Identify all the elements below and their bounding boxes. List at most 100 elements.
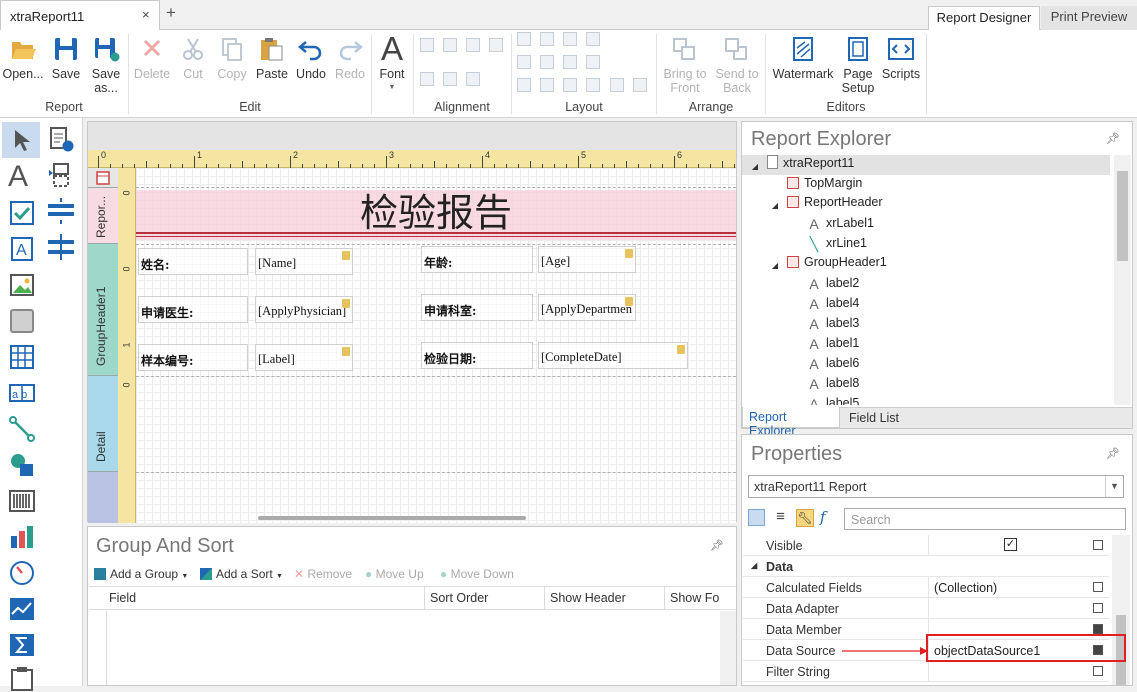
- property-row[interactable]: Data Adapter: [743, 598, 1109, 619]
- same-height-icon[interactable]: [540, 32, 554, 46]
- collapse-arrow-icon[interactable]: ◢: [751, 561, 757, 570]
- tree-item[interactable]: Alabel3: [788, 315, 859, 335]
- move-down-button[interactable]: ● Move Down: [440, 567, 514, 581]
- cross-band-icon[interactable]: [46, 234, 76, 260]
- open-button[interactable]: Open...: [2, 36, 44, 81]
- same-size-icon[interactable]: [563, 32, 577, 46]
- size-to-grid-icon[interactable]: [586, 32, 600, 46]
- tab-report-explorer[interactable]: Report Explorer: [742, 407, 840, 438]
- watermark-button[interactable]: Watermark: [768, 36, 838, 81]
- expand-arrow-icon[interactable]: ◢: [768, 259, 782, 273]
- property-row[interactable]: Calculated Fields (Collection): [743, 577, 1109, 598]
- tree-item[interactable]: ◢ ReportHeader: [768, 195, 883, 215]
- age-field[interactable]: [Age]: [538, 246, 636, 273]
- move-up-button[interactable]: ● Move Up: [365, 567, 424, 581]
- scroll-thumb[interactable]: [1117, 171, 1128, 261]
- header-line[interactable]: [136, 232, 736, 234]
- add-sort-button[interactable]: Add a Sort ▼: [200, 567, 283, 581]
- tree-item[interactable]: ◢ xtraReport11: [742, 155, 1110, 175]
- department-label[interactable]: 申请科室:: [421, 294, 533, 321]
- cut-button[interactable]: Cut: [174, 36, 212, 81]
- richtext-tool-icon[interactable]: A: [9, 236, 35, 262]
- report-canvas[interactable]: 检验报告 姓名: [Name] 年龄: [Age] 申请医生: [ApplyPh…: [136, 168, 736, 523]
- redo-button[interactable]: Redo: [331, 36, 369, 81]
- property-value[interactable]: [928, 598, 1109, 619]
- property-marker-icon[interactable]: [1093, 624, 1103, 634]
- property-marker-icon[interactable]: [1093, 666, 1103, 676]
- vertical-scrollbar[interactable]: [720, 611, 736, 685]
- delete-button[interactable]: Delete: [133, 36, 171, 81]
- close-tab-icon[interactable]: ×: [142, 7, 150, 22]
- barcode-tool-icon[interactable]: [9, 488, 35, 514]
- physician-label[interactable]: 申请医生:: [138, 296, 248, 323]
- property-value[interactable]: [928, 661, 1109, 682]
- label-tool-icon[interactable]: A: [8, 162, 28, 192]
- report-header-area[interactable]: 检验报告: [136, 190, 736, 240]
- send-to-back-button[interactable]: Send to Back: [712, 36, 762, 95]
- function-icon[interactable]: f: [820, 508, 836, 526]
- column-show-footer[interactable]: Show Fo: [664, 587, 720, 609]
- gauge-tool-icon[interactable]: [9, 560, 35, 586]
- h-spacing-increase-icon[interactable]: [540, 55, 554, 69]
- name-label[interactable]: 姓名:: [138, 248, 248, 275]
- department-field[interactable]: [ApplyDepartmen: [538, 294, 636, 321]
- page-break-icon[interactable]: [46, 198, 76, 224]
- tab-field-list[interactable]: Field List: [849, 411, 899, 425]
- tree-item[interactable]: Alabel1: [788, 335, 859, 355]
- subreport-icon[interactable]: [48, 162, 74, 188]
- sample-label[interactable]: 样本编号:: [138, 344, 248, 371]
- detail-band[interactable]: Detail: [88, 376, 118, 472]
- pin-icon[interactable]: 📌︎: [710, 539, 724, 552]
- v-spacing-equal-icon[interactable]: [517, 78, 531, 92]
- align-right-icon[interactable]: [466, 38, 480, 52]
- page-setup-button[interactable]: Page Setup: [840, 36, 876, 95]
- save-button[interactable]: Save: [46, 36, 86, 81]
- paste-button[interactable]: Paste: [253, 36, 291, 81]
- tree-item[interactable]: Alabel8: [788, 375, 859, 395]
- physician-field[interactable]: [ApplyPhysician]: [255, 296, 353, 323]
- copy-button[interactable]: Copy: [213, 36, 251, 81]
- tree-item[interactable]: Alabel2: [788, 275, 859, 295]
- page-info-tool-icon[interactable]: [9, 666, 35, 692]
- property-row-visible[interactable]: Visible ✓: [743, 535, 1109, 556]
- tree-item[interactable]: TopMargin: [768, 175, 862, 195]
- tree-item[interactable]: Alabel6: [788, 355, 859, 375]
- sample-field[interactable]: [Label]: [255, 344, 353, 371]
- date-field[interactable]: [CompleteDate]: [538, 342, 688, 369]
- properties-scrollbar[interactable]: [1112, 535, 1130, 685]
- v-spacing-remove-icon[interactable]: [586, 78, 600, 92]
- sparkline-tool-icon[interactable]: [9, 596, 35, 622]
- add-group-button[interactable]: Add a Group ▼: [94, 567, 188, 581]
- expand-arrow-icon[interactable]: [788, 295, 802, 309]
- align-bottom-icon[interactable]: [443, 72, 457, 86]
- center-vertically-icon[interactable]: [633, 78, 647, 92]
- align-center-icon[interactable]: [443, 38, 457, 52]
- property-marker-icon[interactable]: [1093, 540, 1103, 550]
- wrench-icon[interactable]: 🔧︎: [796, 509, 814, 527]
- table-tool-icon[interactable]: [9, 344, 35, 370]
- panel-tool-icon[interactable]: [9, 308, 35, 334]
- expand-arrow-icon[interactable]: [788, 235, 802, 249]
- age-label[interactable]: 年龄:: [421, 246, 533, 273]
- alphabetical-view-icon[interactable]: ≡: [772, 509, 789, 526]
- chart-tool-icon[interactable]: [9, 524, 35, 550]
- font-button[interactable]: A Font ▼: [374, 32, 410, 95]
- expand-arrow-icon[interactable]: ◢: [768, 199, 782, 213]
- document-tab[interactable]: xtraReport11 ×: [0, 0, 160, 31]
- expand-arrow-icon[interactable]: [768, 175, 782, 189]
- name-field[interactable]: [Name]: [255, 248, 353, 275]
- expand-arrow-icon[interactable]: [788, 395, 802, 405]
- v-spacing-decrease-icon[interactable]: [563, 78, 577, 92]
- object-selector[interactable]: xtraReport11 Report ▼: [748, 475, 1124, 498]
- align-left-icon[interactable]: [420, 38, 434, 52]
- tree-scrollbar[interactable]: [1114, 155, 1131, 405]
- date-label[interactable]: 检验日期:: [421, 342, 533, 369]
- column-show-header[interactable]: Show Header: [544, 587, 631, 609]
- tree-item[interactable]: ╲ xrLine1: [788, 235, 867, 255]
- chevron-down-icon[interactable]: ▼: [1105, 476, 1123, 497]
- expand-arrow-icon[interactable]: ◢: [748, 160, 762, 174]
- undo-button[interactable]: Undo: [292, 36, 330, 81]
- tree-item[interactable]: ◢ GroupHeader1: [768, 255, 887, 275]
- group-header-band[interactable]: GroupHeader1: [88, 244, 118, 376]
- h-spacing-decrease-icon[interactable]: [563, 55, 577, 69]
